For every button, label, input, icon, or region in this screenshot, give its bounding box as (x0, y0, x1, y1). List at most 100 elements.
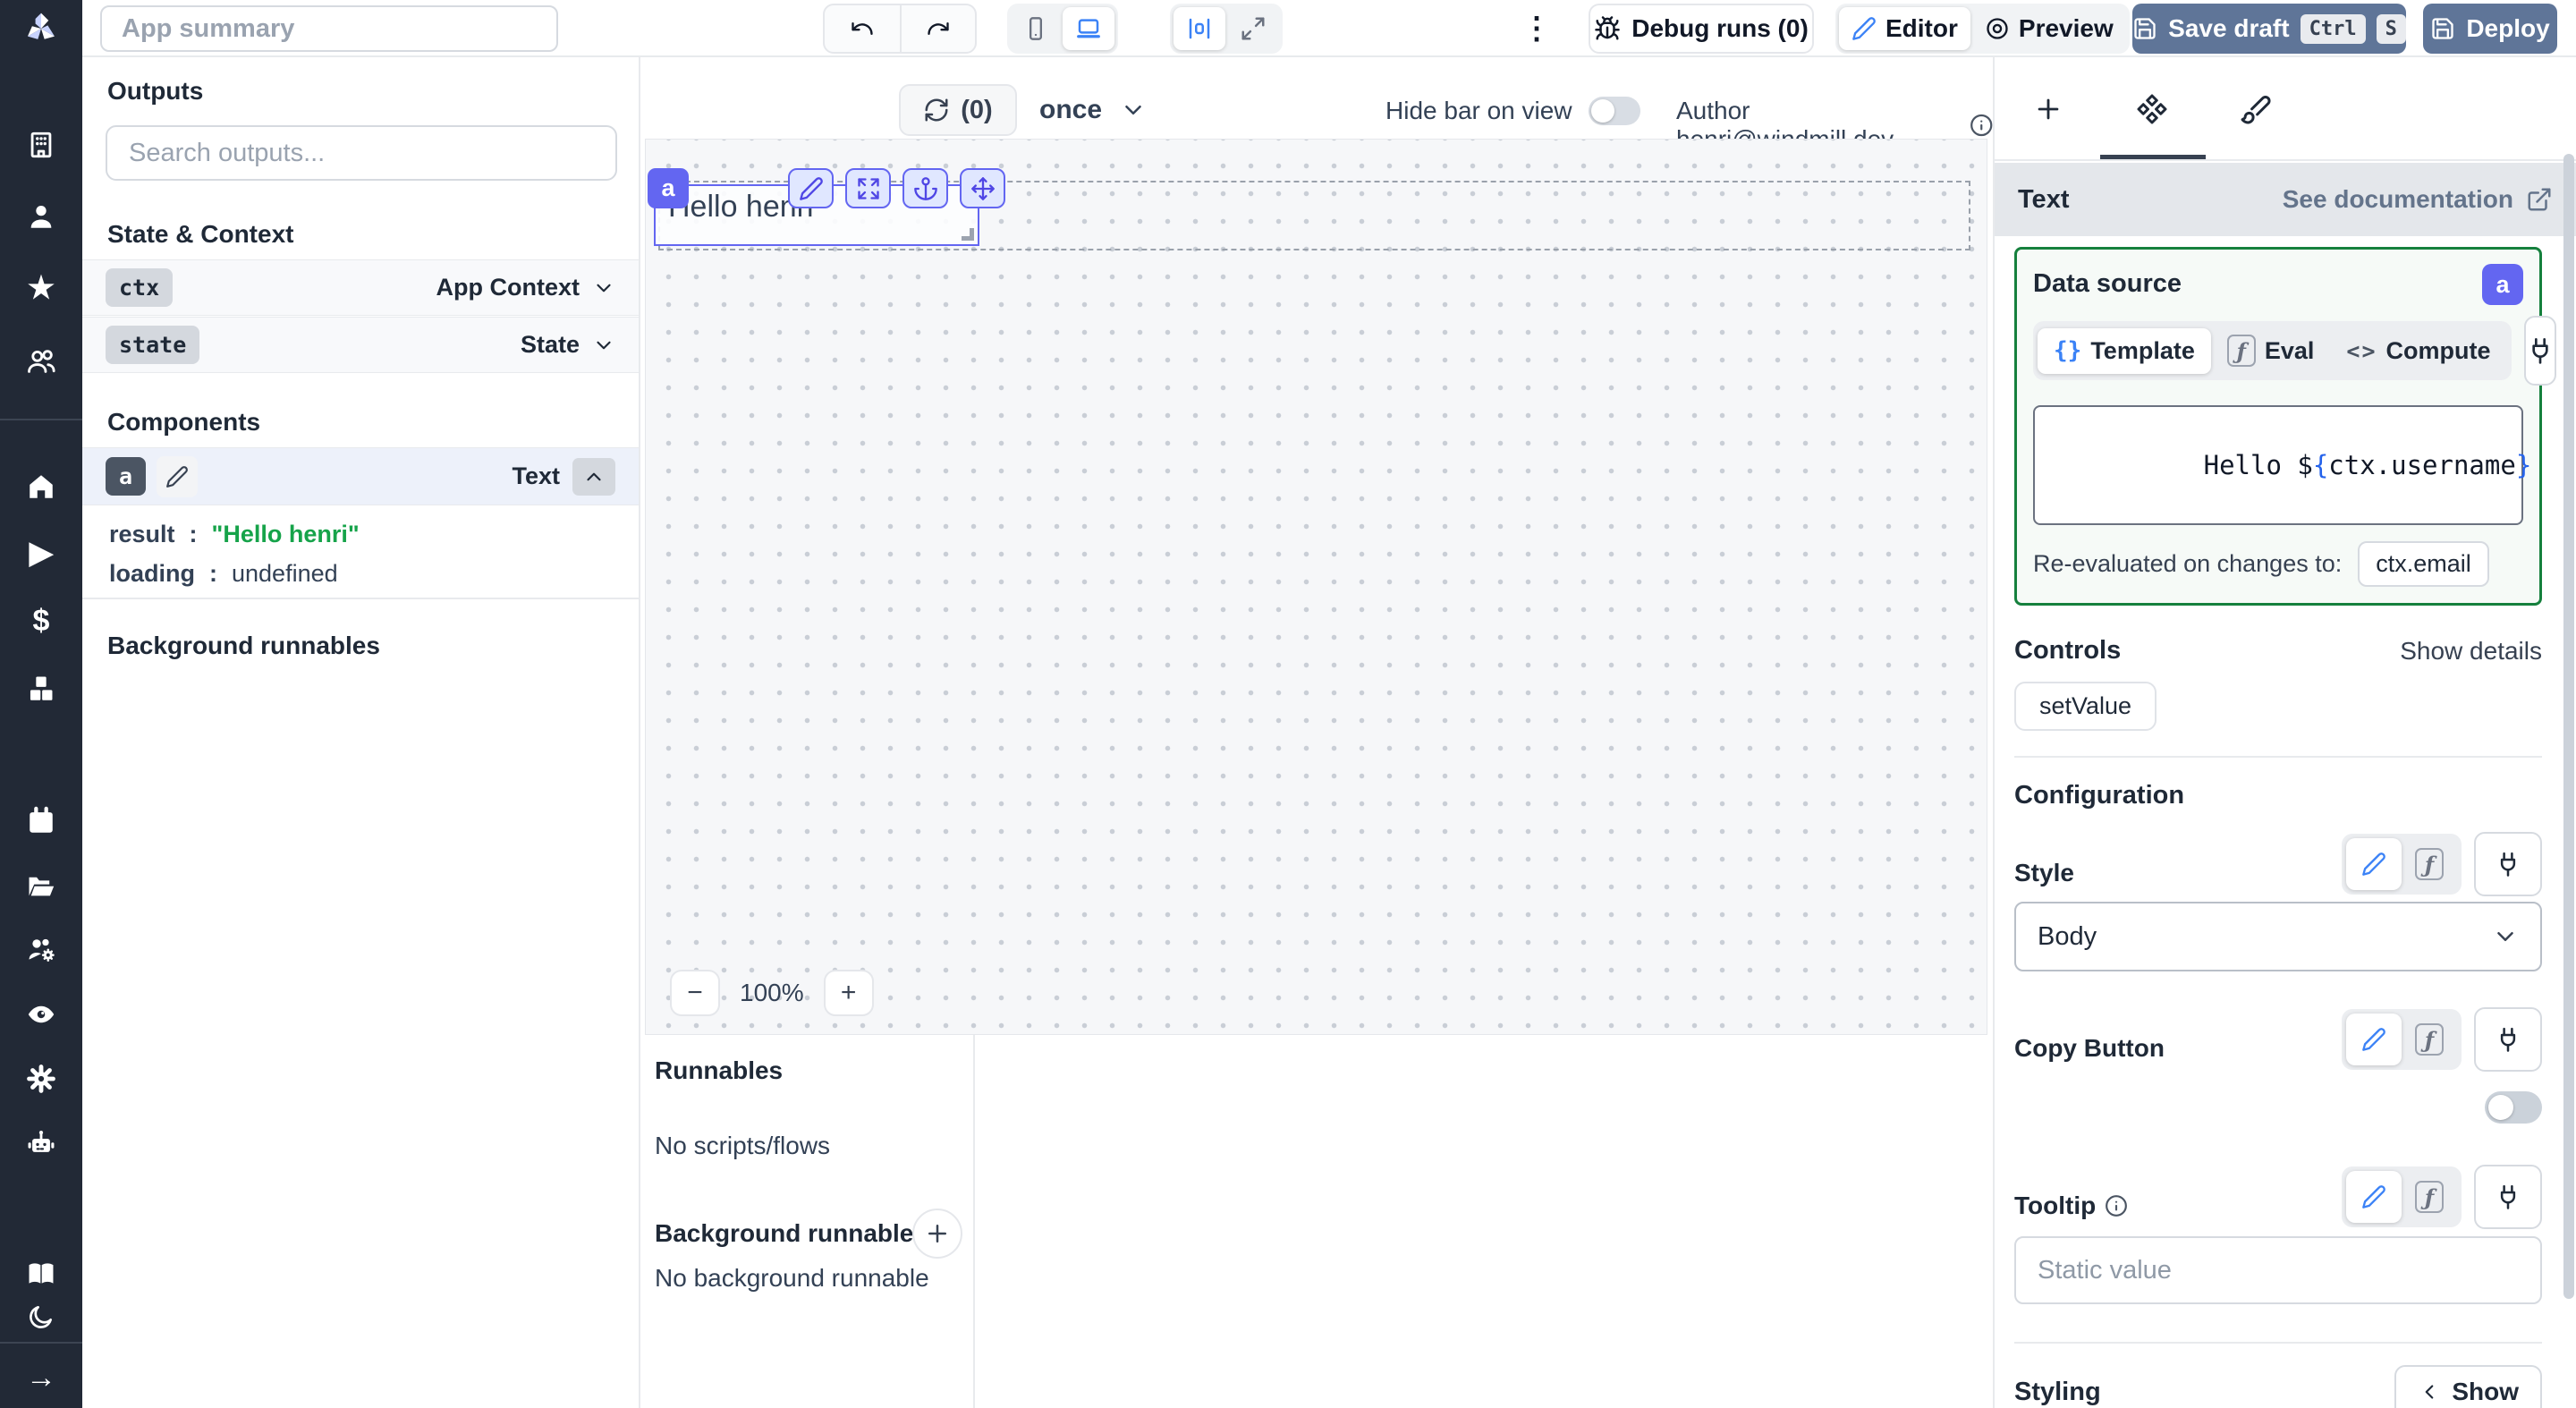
state-row[interactable]: state State (82, 317, 639, 373)
desktop-view-button[interactable] (1063, 7, 1114, 50)
template-code-input[interactable]: Hello ${ctx.username} (2033, 405, 2523, 525)
resize-handle[interactable] (962, 228, 974, 241)
redo-button[interactable] (900, 5, 975, 52)
groups-icon[interactable] (0, 340, 82, 383)
ctx-row[interactable]: ctx App Context (82, 259, 639, 316)
component-settings-tab[interactable] (2123, 84, 2181, 134)
refresh-button[interactable]: (0) (899, 84, 1017, 136)
see-documentation-link[interactable]: See documentation (2283, 185, 2553, 214)
workspace-icon[interactable] (0, 123, 82, 166)
debug-runs-button[interactable]: Debug runs (0) (1589, 4, 1814, 54)
workers-icon[interactable] (0, 929, 82, 971)
info-icon[interactable] (2105, 1194, 2128, 1217)
scrollbar[interactable] (2563, 154, 2574, 1299)
chevron-down-icon[interactable] (592, 276, 615, 300)
save-draft-button[interactable]: Save draft Ctrl S (2132, 4, 2406, 54)
tooltip-input[interactable] (2014, 1236, 2542, 1304)
zoom-in-button[interactable]: + (824, 970, 874, 1016)
reeval-label: Re-evaluated on changes to: (2033, 550, 2342, 578)
refresh-mode-select[interactable]: once (1039, 95, 1147, 125)
styling-tab[interactable] (2227, 84, 2284, 134)
anchor-component-button[interactable] (902, 168, 948, 208)
static-mode-button[interactable] (2346, 838, 2402, 890)
mobile-view-button[interactable] (1011, 7, 1061, 50)
move-component-button[interactable] (960, 168, 1005, 208)
component-id-badge: a (648, 168, 689, 208)
static-mode-button[interactable] (2346, 1171, 2402, 1223)
home-icon-item[interactable] (0, 465, 82, 508)
style-select[interactable]: Body (2014, 902, 2542, 971)
eval-mode-button[interactable]: ƒ (2402, 838, 2457, 890)
schedules-icon[interactable] (0, 800, 82, 843)
compute-tab[interactable]: <> Compute (2330, 328, 2506, 374)
hide-bar-toggle[interactable] (1589, 97, 1640, 125)
connect-plug-button[interactable] (2474, 832, 2542, 896)
style-editor-mode-toggle: ƒ (2342, 834, 2462, 895)
connect-plug-button[interactable] (2474, 1165, 2542, 1229)
show-details-link[interactable]: Show details (2400, 637, 2542, 666)
settings-icon[interactable] (0, 1057, 82, 1100)
editor-tab[interactable]: Editor (1839, 7, 1970, 50)
save-draft-label: Save draft (2168, 14, 2289, 43)
setvalue-button[interactable]: setValue (2014, 682, 2157, 731)
rename-component-button[interactable] (157, 456, 198, 497)
eval-tab[interactable]: ƒ Eval (2211, 326, 2331, 376)
loading-output-row[interactable]: loading : undefined (82, 560, 639, 588)
eval-mode-button[interactable]: ƒ (2402, 1014, 2457, 1065)
info-icon[interactable] (1970, 113, 1993, 138)
connect-plug-button[interactable] (2474, 1007, 2542, 1072)
center-content-button[interactable] (1174, 7, 1225, 50)
more-menu-button[interactable]: ⋮ (1519, 0, 1555, 57)
folders-icon[interactable] (0, 864, 82, 907)
runs-icon[interactable]: ▶ (0, 531, 82, 574)
sidebar-divider (0, 419, 82, 420)
undo-button[interactable] (825, 5, 900, 52)
chevron-down-icon[interactable] (592, 334, 615, 357)
search-outputs-input[interactable] (106, 125, 617, 181)
copy-button-toggle[interactable] (2485, 1091, 2542, 1124)
template-tab[interactable]: {} Template (2038, 328, 2211, 374)
fullscreen-button[interactable] (1227, 7, 1279, 50)
favorites-icon[interactable]: ★ (0, 267, 82, 310)
result-output-row[interactable]: result : "Hello henri" (82, 521, 639, 548)
preview-eye-icon (1985, 16, 2010, 41)
dark-mode-icon[interactable] (0, 1295, 82, 1338)
edit-component-button[interactable] (788, 168, 834, 208)
variables-icon[interactable]: $ (0, 599, 82, 642)
docs-icon[interactable] (0, 1252, 82, 1295)
zoom-out-button[interactable]: − (670, 970, 720, 1016)
expand-component-button[interactable] (845, 168, 891, 208)
layout-toggle-group (1170, 4, 1283, 54)
add-background-runnable-button[interactable] (912, 1209, 962, 1259)
state-context-title: State & Context (82, 220, 318, 249)
icon-sidebar: ★ ▶ $ → (0, 57, 82, 1408)
windmill-logo[interactable] (0, 0, 82, 57)
audit-icon[interactable] (0, 993, 82, 1036)
tooltip-editor-mode-toggle: ƒ (2342, 1166, 2462, 1227)
deploy-save-icon (2430, 16, 2455, 41)
connect-plug-button[interactable] (2524, 316, 2556, 386)
insert-component-tab[interactable] (2020, 84, 2077, 134)
undo-redo-group (823, 4, 977, 54)
loading-key: loading (109, 560, 195, 588)
collapse-component-button[interactable] (572, 458, 615, 496)
building-icon (26, 130, 56, 160)
component-settings-panel: Text See documentation Data source a {} … (1993, 57, 2576, 1408)
resources-icon[interactable] (0, 667, 82, 710)
show-styling-button[interactable]: Show (2394, 1365, 2542, 1408)
component-a-row[interactable]: a Text (82, 447, 639, 505)
deploy-button[interactable]: Deploy (2423, 4, 2557, 54)
ai-icon[interactable] (0, 1122, 82, 1165)
robot-icon (26, 1128, 56, 1158)
canvas-grid[interactable]: Hello henri a − 100% + (645, 139, 1987, 1035)
eval-mode-button[interactable]: ƒ (2402, 1171, 2457, 1223)
preview-tab[interactable]: Preview (1972, 7, 2126, 50)
static-mode-button[interactable] (2346, 1014, 2402, 1065)
app-summary-input[interactable] (100, 5, 558, 52)
tooltip-config-row: Tooltip ƒ (2014, 1165, 2542, 1229)
reeval-dependency-chip[interactable]: ctx.email (2358, 541, 2489, 587)
collapse-sidebar-icon[interactable]: → (0, 1356, 82, 1399)
user-icon[interactable] (0, 195, 82, 238)
canvas-toolbar: (0) once Hide bar on view Author henri@w… (640, 57, 1993, 139)
paintbrush-icon (2240, 93, 2272, 125)
